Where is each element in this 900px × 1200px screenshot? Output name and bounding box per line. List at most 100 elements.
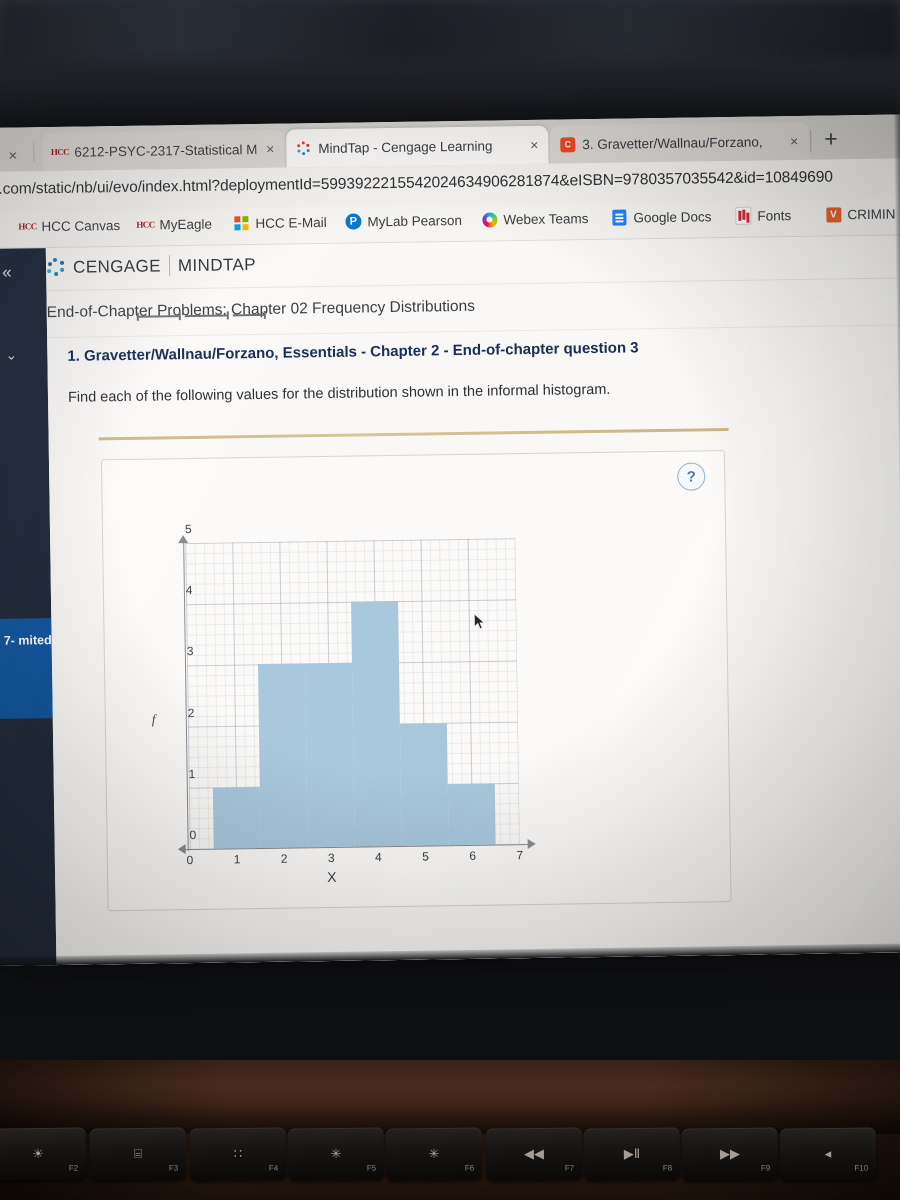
browser-tab-mindtap[interactable]: MindTap - Cengage Learning × bbox=[286, 125, 549, 168]
key-glyph: ▶▶ bbox=[719, 1145, 741, 1162]
key-fn-label: F8 bbox=[662, 1163, 673, 1173]
close-icon[interactable]: × bbox=[787, 133, 798, 149]
fast-forward-key[interactable]: ▶▶ F9 bbox=[681, 1127, 779, 1181]
x-tick-label: 4 bbox=[374, 850, 382, 865]
histogram-bar bbox=[212, 786, 261, 849]
tab-divider bbox=[33, 142, 35, 163]
app-grid-key[interactable]: ∷ F4 bbox=[189, 1127, 287, 1181]
key-glyph: ▶Ⅱ bbox=[623, 1145, 641, 1162]
y-axis-arrow-icon bbox=[178, 535, 189, 544]
question-text: Find each of the following values for th… bbox=[67, 381, 611, 406]
chevron-down-icon[interactable]: ⌄ bbox=[5, 347, 17, 364]
play-pause-key[interactable]: ▶Ⅱ F8 bbox=[583, 1127, 681, 1181]
bookmark-google-docs[interactable]: Google Docs bbox=[611, 208, 712, 226]
x-axis-arrow-right-icon bbox=[527, 838, 536, 850]
key-fn-label: F2 bbox=[68, 1163, 79, 1173]
y-axis-label: f bbox=[151, 711, 156, 727]
url-text: age.com/static/nb/ui/evo/index.html?depl… bbox=[0, 168, 833, 199]
question-title: 1. Gravetter/Wallnau/Forzano, Essentials… bbox=[67, 339, 639, 365]
key-fn-label: F6 bbox=[464, 1163, 475, 1173]
bookmark-hcc-email[interactable]: HCC E-Mail bbox=[233, 214, 327, 231]
tab-title: MindTap - Cengage Learning bbox=[318, 137, 493, 156]
close-icon[interactable]: × bbox=[263, 141, 274, 157]
tab-0-close-icon[interactable]: × bbox=[8, 148, 17, 165]
x-tick-label: 5 bbox=[422, 849, 430, 864]
hcc-icon: HCC bbox=[136, 219, 155, 230]
browser-tab-psyc[interactable]: HCC 6212-PSYC-2317-Statistical M × bbox=[42, 129, 285, 172]
vimeo-v-icon: V bbox=[825, 206, 841, 223]
histogram-bar bbox=[257, 663, 308, 849]
fonts-icon bbox=[735, 206, 752, 225]
key-glyph: ✳ bbox=[330, 1145, 342, 1162]
key-glyph: ✳ bbox=[428, 1145, 440, 1162]
gold-divider bbox=[98, 428, 729, 441]
key-fn-label: F5 bbox=[366, 1163, 377, 1173]
blurred-foreground-edge bbox=[0, 0, 900, 60]
key-fn-label: F7 bbox=[564, 1163, 575, 1173]
brand-name: CENGAGE bbox=[72, 255, 162, 277]
cengage-dots-icon bbox=[46, 257, 65, 277]
bookmark-webex-teams[interactable]: Webex Teams bbox=[481, 210, 589, 228]
cengage-c-icon: C bbox=[560, 136, 576, 152]
bookmark-label: HCC E-Mail bbox=[255, 214, 327, 231]
pearson-icon: P bbox=[345, 213, 362, 230]
bookmark-label: HCC Canvas bbox=[41, 217, 121, 234]
keyboard-backlight-down-key[interactable]: ✳ F5 bbox=[287, 1127, 385, 1181]
bookmark-label: Google Docs bbox=[633, 208, 712, 225]
laptop-keyboard: ☀ F2 ⌸ F3 ∷ F4 ✳ F5 ✳ F6 ◀◀ F7 ▶Ⅱ F8 ▶▶ F9 ◂ F10 bbox=[0, 1127, 900, 1200]
new-tab-button[interactable]: + bbox=[824, 125, 838, 151]
key-fn-label: F3 bbox=[168, 1163, 179, 1173]
bookmark-crimin[interactable]: V CRIMIN bbox=[825, 206, 895, 223]
key-glyph: ◀◀ bbox=[523, 1145, 545, 1162]
sidebar-promo-text: EE 7- mited d bbox=[0, 633, 52, 648]
hcc-icon: HCC bbox=[50, 146, 70, 158]
new-tab-divider bbox=[810, 130, 812, 152]
bookmark-hcc-canvas[interactable]: HCC HCC Canvas bbox=[18, 217, 121, 234]
app-content: CENGAGE MINDTAP End-of-Chapter Problems:… bbox=[45, 235, 900, 966]
help-button[interactable]: ? bbox=[677, 462, 706, 491]
brightness-up-key[interactable]: ☀ F2 bbox=[0, 1127, 87, 1181]
sidebar-promo-banner[interactable]: EE 7- mited d bbox=[0, 618, 53, 719]
hcc-icon: HCC bbox=[18, 221, 37, 232]
bookmark-fonts[interactable]: Fonts bbox=[735, 206, 792, 225]
brand-product: MINDTAP bbox=[177, 254, 257, 275]
collapse-sidebar-icon[interactable]: « bbox=[2, 263, 12, 283]
bookmark-myeagle[interactable]: HCC MyEagle bbox=[136, 216, 213, 233]
bookmark-mylab-pearson[interactable]: P MyLab Pearson bbox=[345, 212, 462, 230]
rewind-key[interactable]: ◀◀ F7 bbox=[485, 1127, 583, 1181]
browser-tab-gravetter[interactable]: C 3. Gravetter/Wallnau/Forzano, × bbox=[550, 121, 809, 164]
tab-title: 6212-PSYC-2317-Statistical M bbox=[74, 141, 257, 160]
key-fn-label: F9 bbox=[760, 1163, 771, 1173]
key-glyph: ⌸ bbox=[133, 1145, 142, 1162]
mindtap-icon bbox=[296, 140, 311, 156]
histogram-bar bbox=[400, 722, 449, 846]
mute-key[interactable]: ◂ F10 bbox=[779, 1127, 877, 1181]
microsoft-icon bbox=[233, 215, 249, 231]
x-axis-arrow-left-icon bbox=[177, 844, 186, 855]
x-axis-label: X bbox=[327, 868, 337, 886]
keyboard-backlight-up-key[interactable]: ✳ F6 bbox=[385, 1127, 483, 1181]
histogram-bars bbox=[185, 538, 520, 849]
close-icon[interactable]: × bbox=[527, 137, 538, 153]
key-glyph: ☀ bbox=[32, 1145, 44, 1162]
histogram-bar bbox=[351, 601, 402, 847]
x-tick-label: 0 bbox=[186, 853, 194, 868]
mindtap-application: « ⌄ ols EE 7- mited d CENGAGE MINDTAP En bbox=[0, 235, 900, 966]
bookmark-label: Fonts bbox=[757, 207, 792, 224]
bookmark-label: CRIMIN bbox=[847, 206, 896, 222]
question-panel: ? 012345 01234567 f X bbox=[100, 450, 732, 912]
bookmark-label: MyLab Pearson bbox=[367, 212, 463, 229]
key-glyph: ◂ bbox=[824, 1145, 832, 1162]
histogram-bar bbox=[448, 783, 497, 846]
x-tick-label: 1 bbox=[233, 852, 241, 867]
x-tick-label: 3 bbox=[327, 850, 335, 866]
laptop-screen: × HCC 6212-PSYC-2317-Statistical M × Min… bbox=[0, 114, 900, 966]
histogram-bar bbox=[304, 663, 355, 848]
bookmark-label: Webex Teams bbox=[503, 210, 589, 227]
bookmark-label: MyEagle bbox=[159, 216, 213, 232]
histogram-chart: 012345 01234567 f X bbox=[117, 522, 542, 894]
webex-icon bbox=[481, 211, 498, 228]
google-docs-icon bbox=[611, 209, 627, 226]
cengage-logo: CENGAGE MINDTAP bbox=[46, 254, 256, 278]
display-layout-key[interactable]: ⌸ F3 bbox=[89, 1127, 187, 1181]
